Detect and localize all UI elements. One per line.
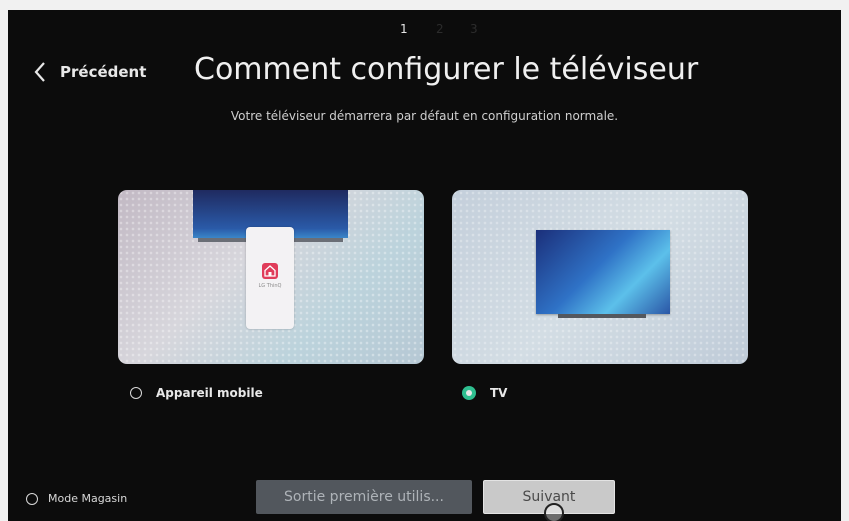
step-2: 2	[436, 22, 444, 36]
radio-selected-icon[interactable]	[462, 386, 476, 400]
page-subtitle: Votre téléviseur démarrera par défaut en…	[230, 109, 619, 123]
option-tv-label: TV	[490, 386, 508, 400]
store-mode-label: Mode Magasin	[48, 492, 128, 505]
option-tv[interactable]: TV	[462, 386, 507, 400]
radio-unselected-icon[interactable]	[130, 387, 142, 399]
mobile-setup-card[interactable]: LG ThinQ	[118, 190, 424, 364]
home-app-icon	[262, 263, 278, 279]
option-mobile-label: Appareil mobile	[156, 386, 263, 400]
page-title: Comment configurer le téléviseur	[194, 52, 699, 87]
step-indicator: 1 2 3	[388, 22, 488, 38]
option-mobile[interactable]: Appareil mobile	[130, 386, 263, 400]
back-button[interactable]: Précédent	[34, 58, 146, 86]
pointer-cursor	[544, 503, 564, 521]
tv-screen: 1 2 3 Précédent Comment configurer le té…	[8, 10, 841, 521]
step-1: 1	[400, 22, 408, 36]
chevron-left-icon	[34, 61, 46, 83]
store-mode-toggle[interactable]: Mode Magasin	[26, 492, 127, 505]
tv-stand-illustration	[558, 314, 646, 318]
app-name-label: LG ThinQ	[258, 283, 282, 289]
back-label: Précédent	[60, 63, 147, 81]
tv-setup-card[interactable]	[452, 190, 748, 364]
phone-illustration: LG ThinQ	[246, 227, 294, 329]
radio-unselected-icon[interactable]	[26, 492, 38, 505]
tv-illustration	[536, 230, 670, 314]
exit-setup-button[interactable]: Sortie première utilis...	[256, 480, 472, 514]
step-3: 3	[470, 22, 478, 36]
